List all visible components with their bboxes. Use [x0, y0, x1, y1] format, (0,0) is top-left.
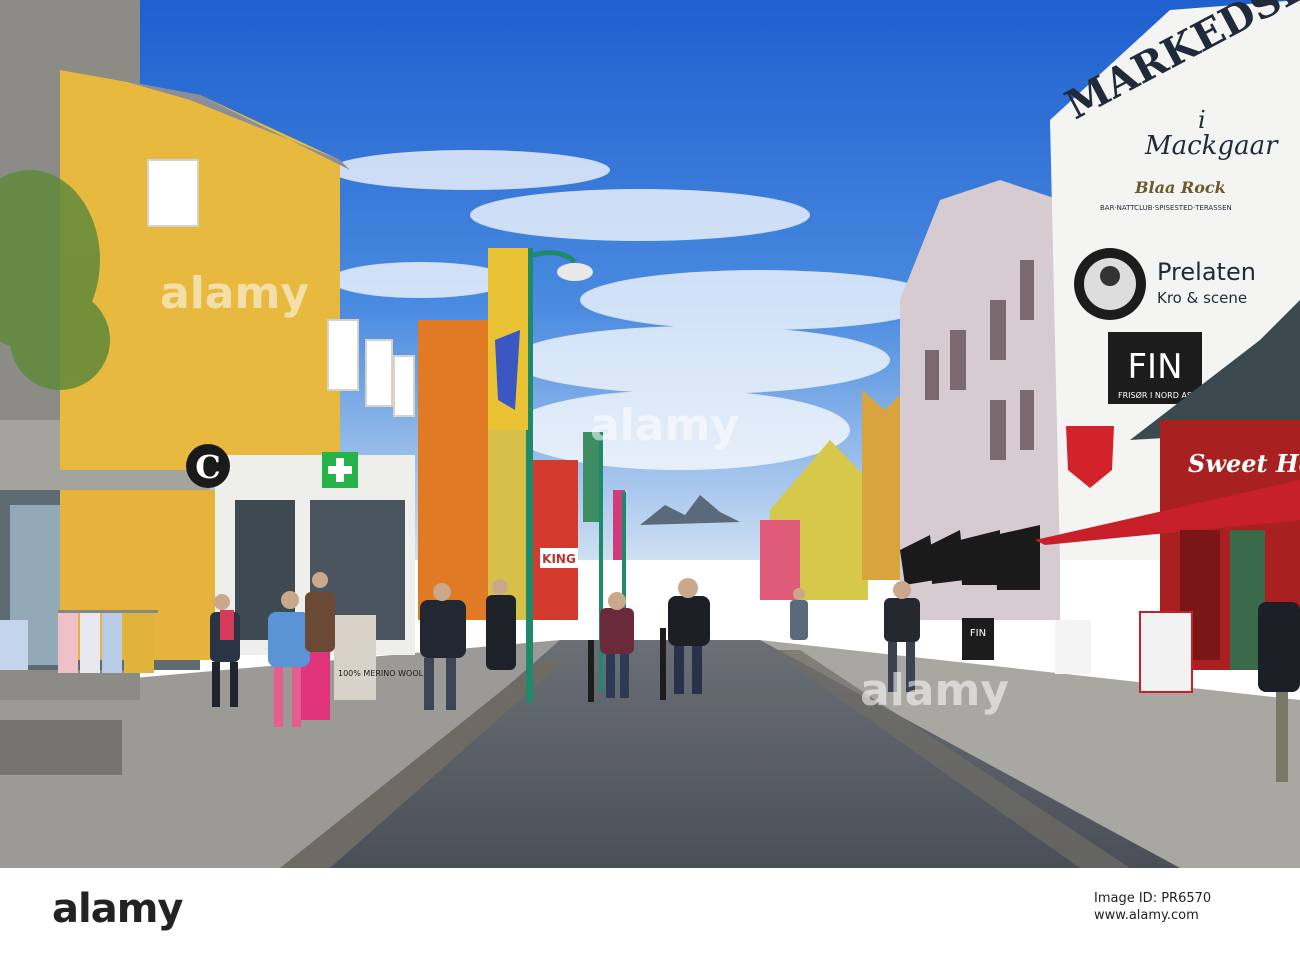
svg-text:Prelaten: Prelaten — [1157, 258, 1256, 286]
watermark: alamy — [860, 665, 1009, 716]
sweetheart-board — [1139, 611, 1193, 693]
image-id: Image ID: PR6570 — [1094, 891, 1212, 906]
wool-poster — [334, 615, 376, 700]
site-url: www.alamy.com — [1094, 908, 1199, 923]
svg-text:100% MERINO WOOL: 100% MERINO WOOL — [338, 669, 424, 678]
svg-text:BAR·NATTCLUB·SPISESTED·TERASSE: BAR·NATTCLUB·SPISESTED·TERASSEN — [1100, 204, 1232, 212]
svg-text:FRISØR I NORD AS: FRISØR I NORD AS — [1118, 390, 1192, 400]
svg-text:Mackgaar: Mackgaar — [1144, 131, 1279, 161]
fin-sidewalk-board — [962, 618, 994, 660]
watermark: alamy — [590, 400, 739, 451]
svg-text:Kro & scene: Kro & scene — [1157, 289, 1247, 307]
svg-text:FIN: FIN — [1127, 347, 1182, 387]
svg-text:KING: KING — [542, 552, 576, 566]
svg-text:Blaa Rock: Blaa Rock — [1134, 178, 1226, 197]
alamy-logo: alamy — [52, 886, 183, 932]
svg-text:Sweet Heart: Sweet Heart — [1188, 449, 1300, 478]
svg-text:i: i — [1198, 106, 1206, 134]
orange-house — [418, 320, 488, 620]
svg-text:FIN: FIN — [970, 628, 986, 639]
watermark: alamy — [160, 268, 309, 319]
svg-text:C: C — [195, 448, 220, 486]
